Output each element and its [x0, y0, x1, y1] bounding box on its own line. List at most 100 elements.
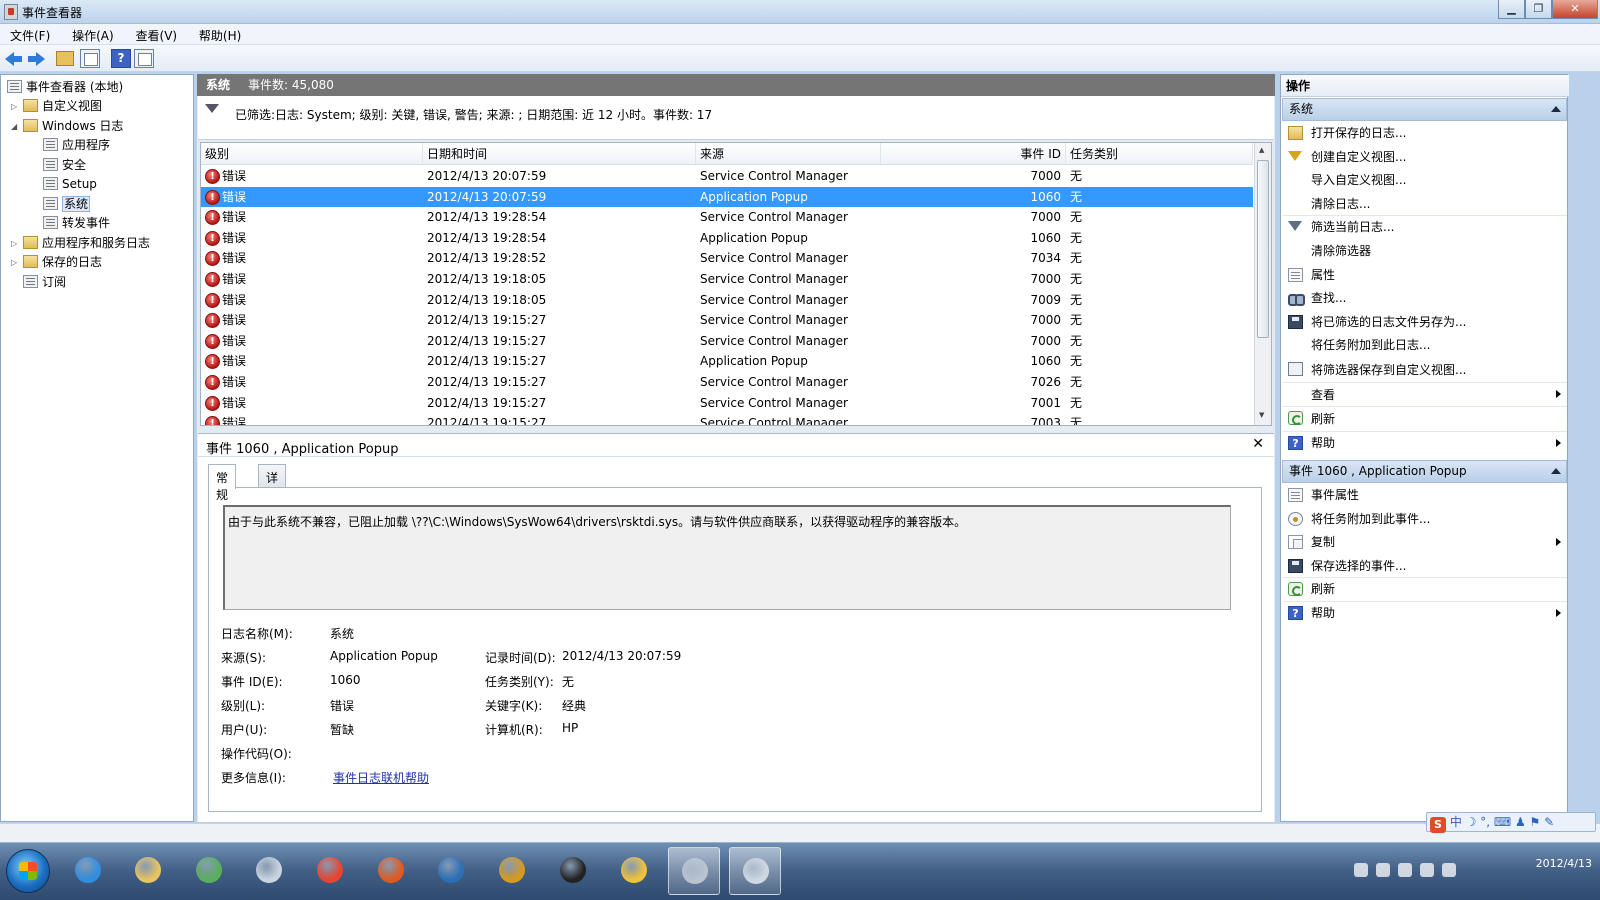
- action-item[interactable]: 清除筛选器: [1283, 240, 1567, 264]
- action-item[interactable]: 查找...: [1283, 287, 1567, 311]
- tray-shield-icon[interactable]: [1420, 863, 1434, 877]
- action-item[interactable]: 查看: [1283, 383, 1567, 407]
- action-item[interactable]: 刷新: [1283, 578, 1567, 602]
- menu-file[interactable]: 文件(F): [0, 24, 58, 44]
- close-window-button[interactable]: ✕: [1552, 0, 1598, 19]
- taskbar-app-paint[interactable]: [729, 847, 781, 895]
- event-description[interactable]: 由于与此系统不兼容，已阻止加载 \??\C:\Windows\SysWow64\…: [223, 505, 1231, 610]
- tree-item[interactable]: ▷ 保存的日志: [11, 253, 102, 272]
- tab-details[interactable]: 详细信息: [258, 464, 287, 536]
- table-row[interactable]: ! 错误 2012/4/13 19:18:05 Service Control Man…: [201, 269, 1253, 290]
- action-item[interactable]: 刷新: [1283, 407, 1567, 432]
- table-row[interactable]: ! 错误 2012/4/13 20:07:59 Service Control Man…: [201, 166, 1253, 187]
- column-task-category[interactable]: 任务类别: [1066, 143, 1253, 165]
- tree-item[interactable]: ▷ 自定义视图: [11, 97, 102, 116]
- tree-expander-icon[interactable]: ▷: [11, 97, 21, 116]
- column-level[interactable]: 级别: [201, 143, 423, 165]
- close-detail-icon[interactable]: ✕: [1252, 436, 1264, 452]
- taskbar-app-calculator[interactable]: [243, 847, 295, 895]
- taskbar-app-file-explorer[interactable]: [122, 847, 174, 895]
- scroll-down-icon[interactable]: ▼: [1259, 411, 1264, 419]
- action-item[interactable]: 保存选择的事件...: [1283, 555, 1567, 579]
- collapse-icon[interactable]: [1551, 106, 1561, 112]
- tree-item[interactable]: 转发事件: [43, 214, 110, 233]
- tree-item[interactable]: ▷ 应用程序和服务日志: [11, 234, 150, 253]
- action-item[interactable]: 将任务附加到此日志...: [1283, 334, 1567, 358]
- menu-action[interactable]: 操作(A): [62, 24, 122, 44]
- action-item[interactable]: 复制: [1283, 531, 1567, 555]
- tree-expander-icon[interactable]: ◢: [11, 117, 21, 136]
- show-hide-tree-icon[interactable]: [80, 49, 100, 68]
- taskbar-app-lion-antivirus[interactable]: [486, 847, 538, 895]
- table-row[interactable]: ! 错误 2012/4/13 19:18:05 Service Control Man…: [201, 290, 1253, 311]
- taskbar-app-qq-penguin[interactable]: [547, 847, 599, 895]
- table-row[interactable]: ! 错误 2012/4/13 19:15:27 Service Control Man…: [201, 372, 1253, 393]
- grid-vertical-scrollbar[interactable]: ▲ ▼: [1254, 143, 1271, 425]
- action-item[interactable]: 导入自定义视图...: [1283, 169, 1567, 193]
- tray-volume-icon[interactable]: [1442, 863, 1456, 877]
- sogou-ime-icon[interactable]: S: [1430, 817, 1446, 833]
- actions-section-header[interactable]: 系统: [1282, 98, 1567, 121]
- action-item[interactable]: 属性: [1283, 264, 1567, 288]
- action-item[interactable]: 事件属性: [1283, 484, 1567, 508]
- action-item[interactable]: 将筛选器保存到自定义视图...: [1283, 358, 1567, 383]
- menu-view[interactable]: 查看(V): [126, 24, 186, 44]
- table-row[interactable]: ! 错误 2012/4/13 19:28:54 Service Control Man…: [201, 207, 1253, 228]
- action-item[interactable]: 清除日志...: [1283, 193, 1567, 217]
- taskbar-app-network-globe[interactable]: [183, 847, 235, 895]
- taskbar-app-app-orange[interactable]: [365, 847, 417, 895]
- ime-status-icons[interactable]: 中 ☽ °, ⌨ ♟ ⚑ ✎: [1450, 815, 1554, 829]
- action-item[interactable]: 筛选当前日志...: [1283, 216, 1567, 240]
- tree-expander-icon[interactable]: ▷: [11, 234, 21, 253]
- table-row[interactable]: ! 错误 2012/4/13 19:15:27 Service Control Man…: [201, 310, 1253, 331]
- tree-item[interactable]: ◢ Windows 日志: [11, 117, 123, 136]
- back-arrow-icon[interactable]: [4, 49, 24, 68]
- column-source[interactable]: 来源: [696, 143, 881, 165]
- collapse-icon[interactable]: [1551, 468, 1561, 474]
- scroll-up-icon[interactable]: ▲: [1259, 146, 1264, 154]
- action-item[interactable]: 将任务附加到此事件...: [1283, 508, 1567, 532]
- table-row[interactable]: ! 错误 2012/4/13 19:15:27 Service Control Man…: [201, 331, 1253, 352]
- table-row[interactable]: ! 错误 2012/4/13 20:07:59 Application Popup 10…: [201, 186, 1253, 208]
- tree-item[interactable]: 订阅: [23, 273, 66, 292]
- table-row[interactable]: ! 错误 2012/4/13 19:28:54 Application Popup 10…: [201, 228, 1253, 249]
- show-hide-action-pane-icon[interactable]: [134, 49, 154, 68]
- tree-item[interactable]: 事件查看器 (本地): [7, 78, 123, 97]
- start-button[interactable]: [6, 849, 50, 893]
- taskbar-app-internet-explorer[interactable]: [62, 847, 114, 895]
- forward-arrow-icon[interactable]: [26, 49, 46, 68]
- action-item[interactable]: 打开保存的日志...: [1283, 122, 1567, 146]
- minimize-button[interactable]: ▁: [1498, 0, 1525, 19]
- tray-flag-icon[interactable]: [1376, 863, 1390, 877]
- action-item[interactable]: ? 帮助: [1283, 432, 1567, 456]
- table-row[interactable]: ! 错误 2012/4/13 19:15:27 Application Popup 10…: [201, 351, 1253, 372]
- action-item[interactable]: ? 帮助: [1283, 602, 1567, 626]
- taskbar-app-smiley-app[interactable]: [608, 847, 660, 895]
- tree-expander-icon[interactable]: ▷: [11, 253, 21, 272]
- action-item[interactable]: 将已筛选的日志文件另存为...: [1283, 311, 1567, 335]
- table-row[interactable]: ! 错误 2012/4/13 19:15:27 Service Control Man…: [201, 413, 1253, 425]
- menu-help[interactable]: 帮助(H): [189, 24, 249, 44]
- ime-toolbar[interactable]: S 中 ☽ °, ⌨ ♟ ⚑ ✎: [1426, 812, 1596, 833]
- table-row[interactable]: ! 错误 2012/4/13 19:15:27 Service Control Man…: [201, 393, 1253, 414]
- up-folder-icon[interactable]: [56, 51, 74, 66]
- taskbar-app-chrome[interactable]: [304, 847, 356, 895]
- actions-section-header[interactable]: 事件 1060 , Application Popup: [1282, 460, 1567, 483]
- tree-item[interactable]: 系统: [43, 195, 91, 214]
- maximize-button[interactable]: ❐: [1525, 0, 1552, 19]
- tray-app-icon[interactable]: [1398, 863, 1412, 877]
- column-datetime[interactable]: 日期和时间: [423, 143, 696, 165]
- taskbar-app-event-viewer[interactable]: [668, 847, 720, 895]
- taskbar-app-security-shield[interactable]: [425, 847, 477, 895]
- tree-item[interactable]: 应用程序: [43, 136, 110, 155]
- column-event-id[interactable]: 事件 ID: [881, 143, 1066, 165]
- tree-item[interactable]: Setup: [43, 175, 97, 194]
- taskbar-date[interactable]: 2012/4/13: [1536, 855, 1592, 872]
- help-icon[interactable]: ?: [111, 49, 131, 68]
- tab-general[interactable]: 常规: [208, 464, 237, 502]
- table-row[interactable]: ! 错误 2012/4/13 19:28:52 Service Control Man…: [201, 248, 1253, 269]
- action-item[interactable]: 创建自定义视图...: [1283, 146, 1567, 170]
- tree-item[interactable]: 安全: [43, 156, 86, 175]
- tray-network-icon[interactable]: [1354, 863, 1368, 877]
- online-help-link[interactable]: 事件日志联机帮助: [333, 769, 429, 786]
